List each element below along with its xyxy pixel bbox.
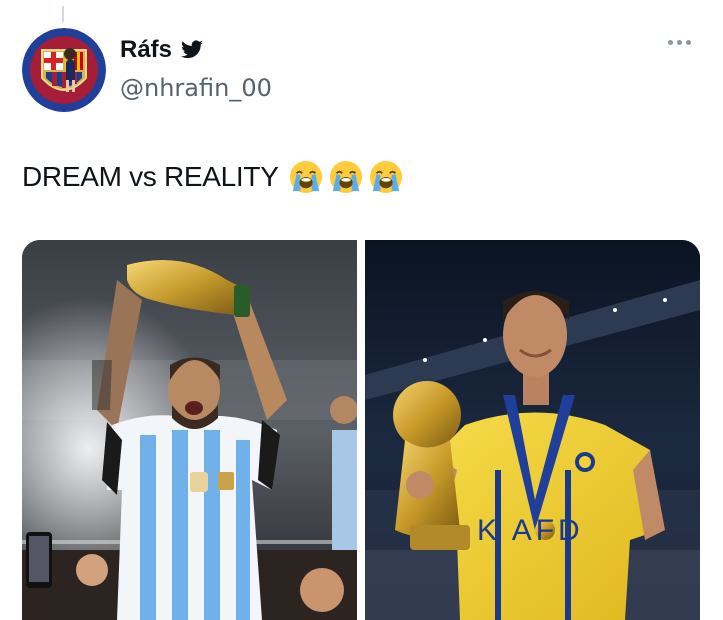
media-grid: K AFD: [22, 240, 701, 620]
name-row: Ráfs: [120, 36, 204, 64]
tweet-text-row: DREAM vs REALITY: [22, 160, 403, 194]
loudly-crying-face-icon: [289, 160, 322, 194]
media-photo-right[interactable]: K AFD: [365, 240, 700, 620]
loudly-crying-face-icon: [329, 160, 362, 194]
thread-line: [62, 6, 64, 22]
more-options-icon[interactable]: [668, 40, 691, 45]
svg-text:K AFD: K AFD: [477, 514, 584, 547]
display-name[interactable]: Ráfs: [120, 36, 172, 64]
tweet-text: DREAM vs REALITY: [22, 161, 279, 192]
avatar[interactable]: [22, 28, 106, 112]
user-handle[interactable]: @nhrafin_00: [120, 74, 272, 102]
loudly-crying-face-icon: [369, 160, 402, 194]
media-photo-left[interactable]: [22, 240, 357, 620]
tweet-card[interactable]: Ráfs @nhrafin_00 DREAM vs REALITY K AFD: [0, 0, 723, 620]
twitter-bird-icon: [181, 40, 204, 59]
emoji-row: [289, 160, 403, 194]
